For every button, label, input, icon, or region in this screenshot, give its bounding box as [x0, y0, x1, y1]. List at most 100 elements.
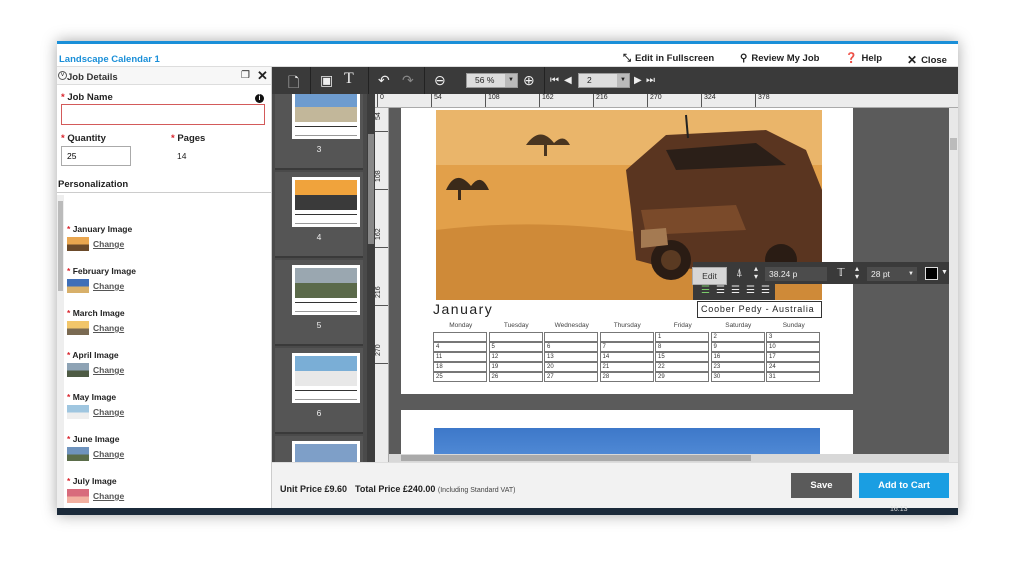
change-image-link[interactable]: Change	[93, 365, 124, 375]
design-canvas[interactable]: January Coober Pedy - Australia Monday Tu…	[389, 108, 949, 462]
search-icon: ⚲	[740, 53, 748, 64]
personalization-item: * April Image Change	[67, 350, 257, 392]
job-name-input[interactable]	[61, 104, 265, 125]
calendar-weeks: 1 2 3 4 5 6 7 8 9 10 11 12 13 14 15 16 17 18 19 20 21 22 23 24 2…	[433, 332, 822, 382]
prev-page-icon[interactable]: ◀	[564, 75, 572, 86]
thumbnail-photo	[295, 444, 357, 462]
scrollbar-thumb[interactable]	[58, 201, 63, 291]
collapse-icon[interactable]: ˅	[58, 71, 67, 80]
total-price-value: Total Price £240.00	[355, 484, 436, 494]
canvas-vertical-scrollbar[interactable]	[949, 108, 958, 462]
font-size-value: 28 pt	[871, 269, 890, 279]
align-full-icon[interactable]: ☰	[761, 285, 770, 296]
month-title[interactable]: January	[433, 301, 493, 317]
scrollbar-thumb[interactable]	[368, 134, 374, 244]
calendar-day: 19	[488, 362, 543, 372]
image-label: * April Image	[67, 350, 119, 360]
color-dropdown-icon[interactable]: ▼	[941, 269, 948, 276]
ruler-tick: 54	[375, 112, 388, 132]
thumbnail-photo	[295, 94, 357, 122]
personalization-item: * January Image Change	[67, 224, 257, 266]
panel-close-icon[interactable]: ✕	[257, 68, 268, 84]
calendar-day	[544, 332, 598, 342]
thumbnail-calendar-grid	[295, 214, 357, 224]
chevron-down-icon: ▼	[908, 271, 914, 277]
change-image-link[interactable]: Change	[93, 323, 124, 333]
zoom-in-icon[interactable]: ⊕	[523, 72, 535, 89]
image-thumbnail[interactable]	[67, 363, 89, 377]
close-label: Close	[921, 54, 947, 66]
page-thumbnail[interactable]: 4	[275, 172, 363, 258]
left-panel-scrollbar[interactable]	[57, 195, 64, 515]
new-page-icon[interactable]: 🗋	[288, 72, 299, 96]
image-caption-textbox[interactable]: Coober Pedy - Australia	[697, 301, 822, 318]
first-page-icon[interactable]: ⏮	[550, 75, 559, 86]
quantity-input[interactable]	[61, 146, 131, 166]
letter-spacing-input[interactable]: 38.24 p	[765, 267, 827, 281]
vat-note: (Including Standard VAT)	[437, 487, 516, 494]
calendar-day: 13	[544, 352, 598, 362]
close-button[interactable]: ✕ Close	[907, 53, 947, 67]
add-to-cart-button[interactable]: Add to Cart	[859, 473, 949, 498]
edit-fullscreen-button[interactable]: ⤡ Edit in Fullscreen	[623, 53, 714, 64]
next-page-icon[interactable]: ▶	[634, 75, 642, 86]
insert-image-icon[interactable]: ▣	[320, 72, 333, 89]
zoom-out-icon[interactable]: ⊖	[434, 72, 446, 89]
page-thumbnail[interactable]: 3	[275, 94, 363, 170]
save-button[interactable]: Save	[791, 473, 852, 498]
unit-price: Unit Price £9.60	[280, 484, 348, 494]
page-thumbnail[interactable]: 5	[275, 260, 363, 346]
page-thumbnail[interactable]	[275, 436, 363, 462]
calendar-day: 15	[655, 352, 709, 362]
last-page-icon[interactable]: ⏭	[646, 75, 655, 86]
image-thumbnail[interactable]	[67, 447, 89, 461]
align-justify-icon[interactable]: ☰	[746, 285, 755, 296]
calendar-day: 11	[433, 352, 487, 362]
ruler-tick: 216	[593, 94, 608, 107]
image-thumbnail[interactable]	[67, 279, 89, 293]
font-size-icon: 𝕋	[837, 267, 845, 279]
change-image-link[interactable]: Change	[93, 449, 124, 459]
spacing-stepper-icon[interactable]: ▴ ▾	[754, 265, 758, 281]
taskbar-clock: 16:13	[890, 506, 908, 513]
change-image-link[interactable]: Change	[93, 491, 124, 501]
review-job-label: Review My Job	[751, 53, 820, 64]
change-image-link[interactable]: Change	[93, 239, 124, 249]
text-color-swatch[interactable]	[925, 267, 938, 280]
thumbnail-paper	[292, 94, 360, 139]
scrollbar-thumb[interactable]	[950, 138, 957, 150]
align-right-icon[interactable]: ☰	[731, 285, 740, 296]
info-icon[interactable]: i	[255, 94, 264, 103]
image-thumbnail[interactable]	[67, 489, 89, 503]
font-size-select[interactable]: 28 pt ▼	[867, 267, 917, 281]
page-thumbnail[interactable]: 6	[275, 348, 363, 434]
align-left-icon[interactable]: ☰	[701, 285, 710, 296]
review-job-button[interactable]: ⚲ Review My Job	[740, 53, 819, 64]
scrollbar-thumb[interactable]	[401, 455, 751, 461]
weekday-label: Wednesday	[554, 322, 589, 329]
restore-window-icon[interactable]: ❐	[241, 70, 250, 81]
redo-icon[interactable]: ↷	[402, 72, 414, 89]
image-thumbnail[interactable]	[67, 237, 89, 251]
font-size-stepper-icon[interactable]: ▴ ▾	[855, 265, 859, 281]
calendar-week: 123	[433, 332, 822, 342]
image-thumbnail[interactable]	[67, 321, 89, 335]
change-image-link[interactable]: Change	[93, 281, 124, 291]
calendar-day: 17	[766, 352, 820, 362]
thumbnail-calendar-grid	[295, 302, 357, 312]
zoom-select[interactable]: 56 % ▼	[466, 73, 518, 88]
thumbnail-paper	[292, 177, 360, 227]
undo-icon[interactable]: ↶	[378, 72, 390, 89]
help-button[interactable]: ❓ Help	[845, 53, 882, 64]
change-image-link[interactable]: Change	[93, 407, 124, 417]
page-select[interactable]: 2 ▼	[578, 73, 630, 88]
image-thumbnail[interactable]	[67, 405, 89, 419]
ruler-tick: 270	[375, 344, 388, 364]
insert-text-icon[interactable]: T	[344, 70, 354, 88]
align-center-icon[interactable]: ☰	[716, 285, 725, 296]
thumbnails-scrollbar[interactable]	[367, 94, 375, 462]
page-value: 2	[587, 75, 592, 85]
ruler-tick: 324	[701, 94, 716, 107]
canvas-horizontal-scrollbar[interactable]	[389, 454, 949, 462]
fullscreen-icon: ⤡	[623, 53, 631, 64]
